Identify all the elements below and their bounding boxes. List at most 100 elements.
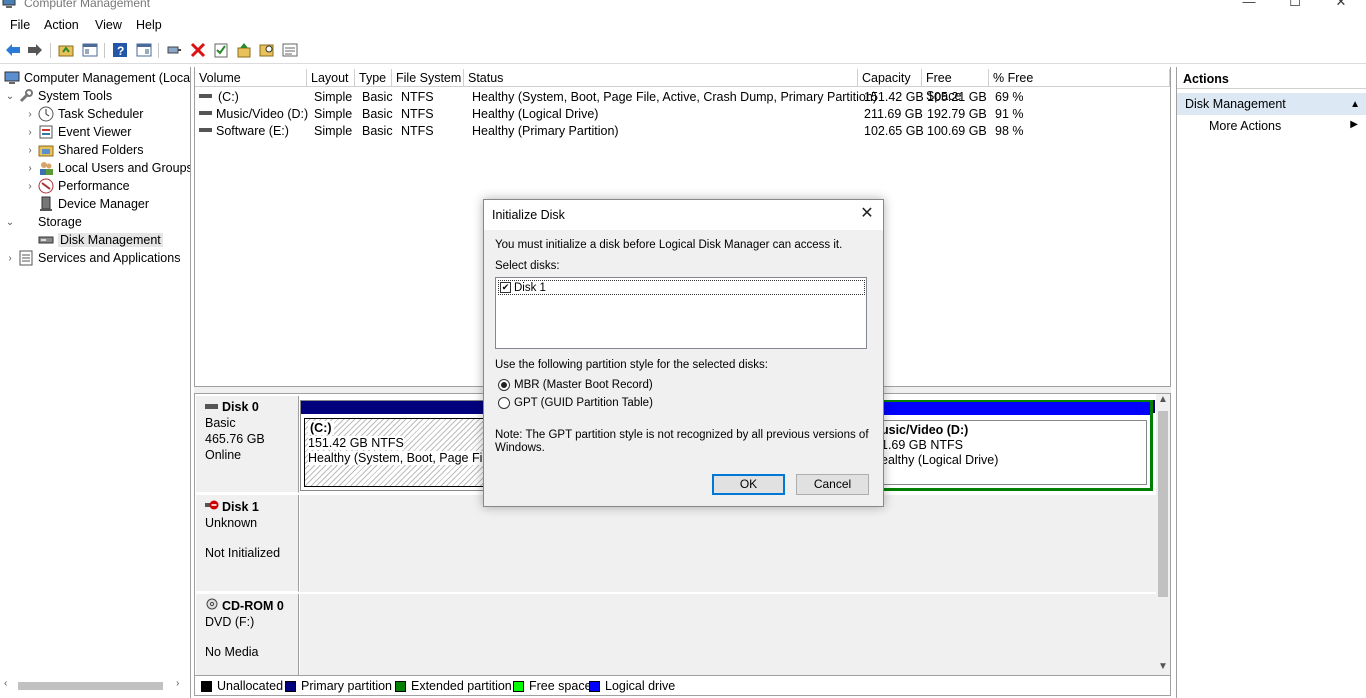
partition-d-name: usic/Video (D:) — [881, 423, 969, 437]
close-window-button[interactable]: ✕ — [1318, 0, 1364, 10]
menu-file[interactable]: File — [10, 18, 30, 32]
tree-node-event-viewer[interactable]: › Event Viewer — [24, 123, 131, 141]
show-hide-action-pane-icon[interactable] — [135, 41, 153, 59]
properties-check-icon[interactable] — [212, 41, 230, 59]
connect-icon[interactable] — [165, 41, 183, 59]
gpt-radio[interactable]: GPT (GUID Partition Table) — [498, 397, 653, 409]
cell-file-system: NTFS — [401, 107, 434, 121]
dialog-close-button[interactable]: ✕ — [857, 204, 877, 224]
ok-button[interactable]: OK — [712, 474, 785, 495]
chevron-right-icon[interactable]: › — [24, 181, 36, 192]
tree-node-services[interactable]: › Services and Applications — [4, 249, 180, 267]
disk-list-item-disk-1[interactable]: ✔ Disk 1 — [498, 280, 865, 295]
cell-layout: Simple — [314, 124, 353, 138]
maximize-button[interactable]: ☐ — [1272, 0, 1318, 10]
actions-pane: Actions Disk Management ▲ More Actions ▶ — [1176, 67, 1366, 698]
chevron-down-icon[interactable]: ⌄ — [4, 217, 16, 228]
tree-horizontal-scrollbar[interactable]: ‹ › — [0, 678, 190, 692]
performance-icon — [38, 178, 54, 194]
help-icon[interactable]: ? — [111, 41, 129, 59]
tree-node-disk-management[interactable]: Disk Management — [36, 231, 163, 249]
column-header-capacity[interactable]: Capacity — [858, 69, 922, 87]
actions-section-disk-management[interactable]: Disk Management ▲ — [1177, 93, 1366, 115]
disk-view-vertical-scrollbar[interactable]: ▲ ▼ — [1156, 394, 1170, 675]
storage-icon — [18, 214, 34, 230]
minimize-button[interactable]: — — [1226, 0, 1272, 10]
scroll-up-icon[interactable]: ▲ — [1157, 394, 1169, 405]
tree-node-storage[interactable]: ⌄ Storage — [4, 213, 82, 231]
tree-node-system-tools[interactable]: ⌄ System Tools — [4, 87, 112, 105]
menu-action[interactable]: Action — [44, 18, 79, 32]
column-header-status[interactable]: Status — [464, 69, 858, 87]
cdrom-0-area[interactable] — [300, 594, 1156, 675]
cdrom-0-type: DVD (F:) — [205, 615, 255, 629]
table-row[interactable]: Music/Video (D:) Simple Basic NTFS Healt… — [195, 106, 1170, 123]
disk-0-size: 465.76 GB — [205, 432, 265, 446]
back-arrow-icon[interactable] — [4, 41, 22, 59]
volume-drive-icon — [199, 107, 213, 121]
search-folder-icon[interactable] — [258, 41, 276, 59]
partition-c[interactable]: (C:) 151.42 GB NTFS Healthy (System, Boo… — [300, 400, 500, 491]
menu-help[interactable]: Help — [136, 18, 162, 32]
cancel-button[interactable]: Cancel — [796, 474, 869, 495]
cdrom-0-label[interactable]: CD-ROM 0 DVD (F:) No Media — [196, 594, 299, 675]
column-header-layout[interactable]: Layout — [307, 69, 355, 87]
list-view-icon[interactable] — [281, 41, 299, 59]
scroll-right-icon[interactable]: › — [176, 678, 179, 689]
partition-d[interactable]: usic/Video (D:) 1.69 GB NTFS ealthy (Log… — [871, 400, 1153, 491]
tree-node-task-scheduler[interactable]: › Task Scheduler — [24, 105, 143, 123]
cell-volume: Software (E:) — [216, 124, 289, 138]
submenu-arrow-icon[interactable]: ▶ — [1350, 119, 1358, 130]
table-row[interactable]: Software (E:) Simple Basic NTFS Healthy … — [195, 123, 1170, 140]
chevron-down-icon[interactable]: ⌄ — [4, 91, 16, 102]
cdrom-0-state: No Media — [205, 645, 259, 659]
svg-text:?: ? — [117, 44, 124, 58]
scroll-left-icon[interactable]: ‹ — [4, 678, 7, 689]
mbr-radio[interactable]: MBR (Master Boot Record) — [498, 379, 653, 391]
chevron-right-icon[interactable]: › — [24, 109, 36, 120]
legend-unallocated: Unallocated — [201, 679, 283, 693]
more-actions-item[interactable]: More Actions — [1209, 119, 1281, 133]
disk-1-label[interactable]: Disk 1 Unknown Not Initialized — [196, 495, 299, 592]
cell-capacity: 151.42 GB — [864, 90, 924, 104]
column-header-percent-free[interactable]: % Free — [989, 69, 1170, 87]
delete-icon[interactable] — [189, 41, 207, 59]
tree-node-local-users[interactable]: › Local Users and Groups — [24, 159, 190, 177]
table-row[interactable]: (C:) Simple Basic NTFS Healthy (System, … — [195, 89, 1170, 106]
collapse-up-icon[interactable]: ▲ — [1350, 94, 1360, 116]
forward-arrow-icon[interactable] — [26, 41, 44, 59]
chevron-right-icon[interactable]: › — [24, 163, 36, 174]
disk-1-checkbox[interactable]: ✔ — [500, 282, 511, 293]
rescan-icon[interactable] — [235, 41, 253, 59]
disk-1-unallocated-area[interactable] — [300, 495, 1156, 592]
disk-select-list[interactable]: ✔ Disk 1 — [495, 277, 867, 349]
scroll-down-icon[interactable]: ▼ — [1157, 661, 1169, 672]
cell-status: Healthy (System, Boot, Page File, Active… — [472, 90, 877, 104]
cell-volume: Music/Video (D:) — [216, 107, 309, 121]
chevron-right-icon[interactable]: › — [24, 127, 36, 138]
show-hide-console-tree-icon[interactable] — [81, 41, 99, 59]
tree-node-root[interactable]: Computer Management (Local — [2, 69, 190, 87]
legend-extended: Extended partition — [395, 679, 512, 693]
menu-view[interactable]: View — [95, 18, 122, 32]
dialog-title: Initialize Disk — [492, 208, 565, 222]
tree-node-shared-folders[interactable]: › Shared Folders — [24, 141, 143, 159]
chevron-right-icon[interactable]: › — [4, 253, 16, 264]
up-folder-icon[interactable] — [57, 41, 75, 59]
tree-node-device-manager[interactable]: Device Manager — [36, 195, 149, 213]
tree-node-performance[interactable]: › Performance — [24, 177, 130, 195]
shared-folder-icon — [38, 142, 54, 158]
legend-label: Free space — [529, 679, 592, 693]
column-header-type[interactable]: Type — [355, 69, 392, 87]
column-header-volume[interactable]: Volume — [195, 69, 307, 87]
column-header-free-space[interactable]: Free Space — [922, 69, 989, 103]
column-header-file-system[interactable]: File System — [392, 69, 464, 87]
tree-label-storage: Storage — [38, 215, 82, 229]
chevron-right-icon[interactable]: › — [24, 145, 36, 156]
disk-0-label[interactable]: Disk 0 Basic 465.76 GB Online — [196, 396, 299, 493]
volume-drive-icon — [199, 90, 213, 104]
select-disks-label: Select disks: — [495, 260, 560, 272]
users-icon — [38, 160, 54, 176]
cdrom-0-name: CD-ROM 0 — [222, 598, 284, 613]
tree-label-performance: Performance — [58, 179, 130, 193]
